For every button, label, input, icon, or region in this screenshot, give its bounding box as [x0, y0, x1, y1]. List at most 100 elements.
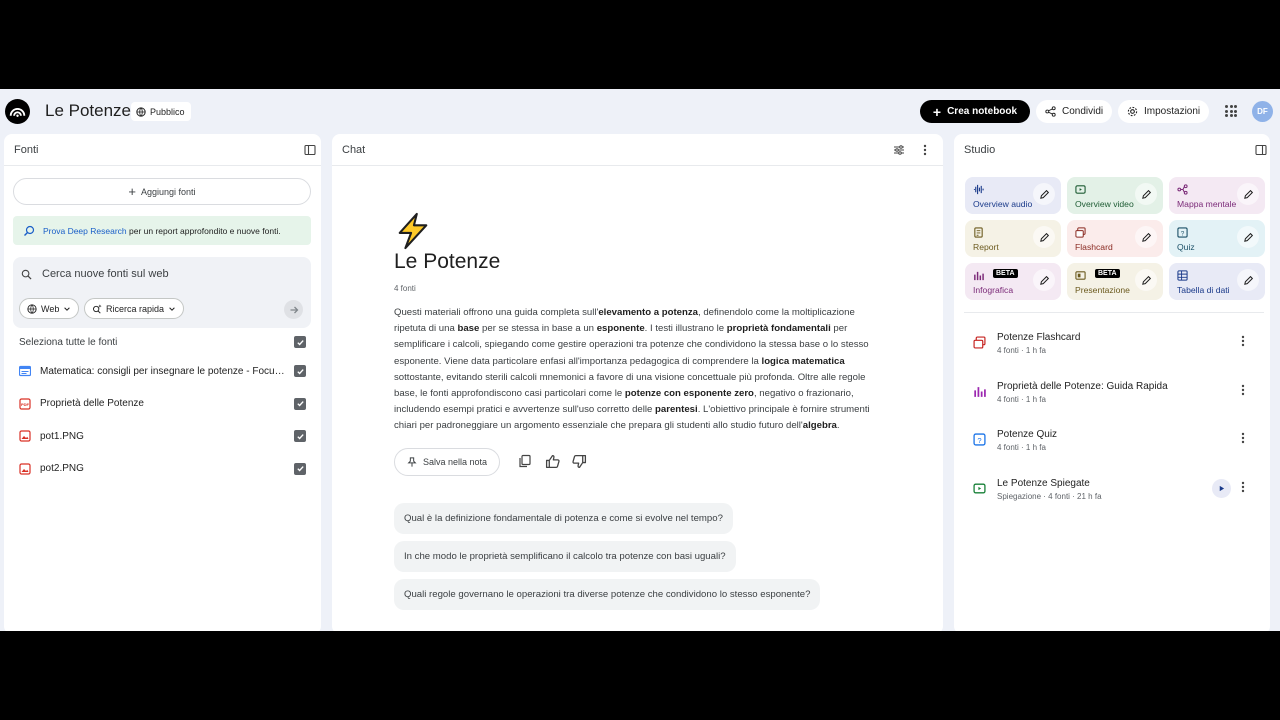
sources-header: Fonti	[4, 134, 321, 166]
edit-pencil-icon[interactable]	[1237, 269, 1259, 291]
edit-pencil-icon[interactable]	[1135, 183, 1157, 205]
edit-pencil-icon[interactable]	[1135, 269, 1157, 291]
suggested-question[interactable]: Quali regole governano le operazioni tra…	[394, 579, 821, 610]
more-vert-icon[interactable]	[1241, 431, 1251, 447]
summary-keyword: parentesi	[655, 404, 698, 416]
note-meta: 4 fonti · 1 h fa	[997, 394, 1046, 404]
source-checkbox[interactable]	[294, 397, 306, 410]
studio-tile-flashcard[interactable]: Flashcard	[1067, 220, 1163, 257]
notebook-title[interactable]: Le Potenze	[45, 101, 131, 121]
svg-text:PDF: PDF	[21, 402, 30, 407]
deep-research-banner[interactable]: Prova Deep Research per un report approf…	[13, 216, 311, 245]
studio-tile-slides[interactable]: BETA Presentazione	[1067, 263, 1163, 300]
share-icon	[1045, 106, 1056, 117]
source-item[interactable]: pot2.PNG	[19, 459, 309, 479]
slides-icon	[1075, 268, 1086, 280]
studio-tile-infographic[interactable]: BETA Infografica	[965, 263, 1061, 300]
summary-text: .	[836, 420, 840, 432]
deep-research-link[interactable]: Prova Deep Research	[43, 226, 127, 236]
source-item[interactable]: pot1.PNG	[19, 426, 309, 446]
more-vert-icon[interactable]	[917, 142, 933, 158]
video-icon	[973, 482, 986, 495]
thumbs-down-icon[interactable]	[572, 454, 587, 469]
source-label: Matematica: consigli per insegnare le po…	[40, 365, 294, 377]
pin-icon	[407, 457, 417, 467]
more-vert-icon[interactable]	[1241, 480, 1251, 496]
share-button[interactable]: Condividi	[1036, 100, 1113, 123]
note-title: Proprietà delle Potenze: Guida Rapida	[997, 380, 1168, 392]
collapse-panel-icon[interactable]	[1253, 142, 1269, 158]
copy-icon[interactable]	[518, 454, 533, 469]
visibility-chip[interactable]: Pubblico	[131, 102, 191, 121]
thumbs-up-icon[interactable]	[545, 454, 560, 469]
share-label: Condividi	[1062, 106, 1104, 117]
quiz-icon: ?	[973, 433, 986, 446]
doc-icon	[18, 365, 32, 377]
infographic-icon	[973, 385, 986, 398]
source-item[interactable]: PDF Proprietà delle Potenze	[19, 394, 309, 414]
source-label: pot1.PNG	[40, 430, 84, 442]
chevron-down-icon	[169, 306, 175, 311]
studio-tile-quiz[interactable]: ? Quiz	[1169, 220, 1265, 257]
edit-pencil-icon[interactable]	[1237, 183, 1259, 205]
apps-grid-icon[interactable]	[1225, 105, 1237, 117]
submit-search-button[interactable]	[284, 300, 303, 319]
notebooklm-logo-icon[interactable]	[5, 99, 30, 124]
add-sources-button[interactable]: + Aggiungi fonti	[13, 178, 311, 205]
flashcard-icon	[973, 336, 986, 349]
arrow-right-icon	[290, 306, 298, 313]
tune-icon[interactable]	[891, 142, 907, 158]
source-checkbox[interactable]	[294, 365, 306, 377]
summary-text: Questi materiali offrono una guida compl…	[394, 307, 599, 318]
report-icon	[973, 225, 983, 238]
studio-note-item[interactable]: Le Potenze Spiegate Spiegazione · 4 font…	[973, 478, 1258, 504]
studio-note-item[interactable]: Proprietà delle Potenze: Guida Rapida 4 …	[973, 381, 1258, 407]
beta-badge: BETA	[993, 269, 1018, 278]
web-search-box: Cerca nuove fonti sul web Web Ricerca ra…	[13, 257, 311, 328]
suggested-question[interactable]: In che modo le proprietà semplificano il…	[394, 541, 736, 572]
source-checkbox[interactable]	[294, 430, 306, 442]
select-all-checkbox[interactable]	[294, 336, 306, 348]
collapse-panel-icon[interactable]	[302, 142, 318, 158]
studio-tile-video[interactable]: Overview video	[1067, 177, 1163, 214]
note-meta: Spiegazione · 4 fonti · 21 h fa	[997, 491, 1102, 501]
more-vert-icon[interactable]	[1241, 383, 1251, 399]
svg-text:?: ?	[1181, 230, 1185, 237]
create-notebook-button[interactable]: + Crea notebook	[920, 100, 1030, 123]
source-item[interactable]: Matematica: consigli per insegnare le po…	[18, 361, 309, 381]
note-title: Le Potenze Spiegate	[997, 477, 1090, 489]
more-vert-icon[interactable]	[1241, 334, 1251, 350]
create-notebook-label: Crea notebook	[947, 106, 1018, 117]
edit-pencil-icon[interactable]	[1135, 226, 1157, 248]
studio-tile-label: Mappa mentale	[1177, 199, 1237, 209]
studio-note-item[interactable]: Potenze Flashcard 4 fonti · 1 h fa	[973, 332, 1258, 358]
studio-tile-audio[interactable]: Overview audio	[965, 177, 1061, 214]
edit-pencil-icon[interactable]	[1237, 226, 1259, 248]
web-search-input[interactable]: Cerca nuove fonti sul web	[21, 265, 291, 283]
summary-text: . I testi illustrano le	[644, 323, 727, 335]
studio-tile-mindmap[interactable]: Mappa mentale	[1169, 177, 1265, 214]
notebook-heading: Le Potenze	[394, 250, 501, 273]
studio-tile-label: Flashcard	[1075, 242, 1113, 252]
studio-tile-report[interactable]: Report	[965, 220, 1061, 257]
play-icon[interactable]	[1212, 478, 1231, 498]
chat-header: Chat	[332, 134, 943, 166]
search-icon	[21, 269, 32, 280]
settings-button[interactable]: Impostazioni	[1118, 100, 1210, 123]
studio-tile-table[interactable]: Tabella di dati	[1169, 263, 1265, 300]
summary-keyword: algebra	[802, 420, 837, 432]
summary-keyword: base	[457, 323, 480, 335]
edit-pencil-icon[interactable]	[1033, 269, 1055, 291]
web-source-dropdown[interactable]: Web	[19, 298, 80, 319]
avatar[interactable]: DF	[1252, 101, 1273, 122]
studio-note-item[interactable]: ? Potenze Quiz 4 fonti · 1 h fa	[973, 429, 1258, 455]
edit-pencil-icon[interactable]	[1033, 183, 1055, 205]
edit-pencil-icon[interactable]	[1033, 226, 1055, 248]
select-all-row[interactable]: Seleziona tutte le fonti	[19, 332, 309, 352]
source-checkbox[interactable]	[294, 462, 306, 475]
suggested-question[interactable]: Qual è la definizione fondamentale di po…	[394, 503, 733, 534]
studio-tile-label: Presentazione	[1075, 285, 1130, 295]
search-mode-dropdown[interactable]: Ricerca rapida	[84, 298, 185, 319]
studio-tile-label: Quiz	[1177, 242, 1195, 252]
save-to-note-button[interactable]: Salva nella nota	[394, 448, 500, 476]
